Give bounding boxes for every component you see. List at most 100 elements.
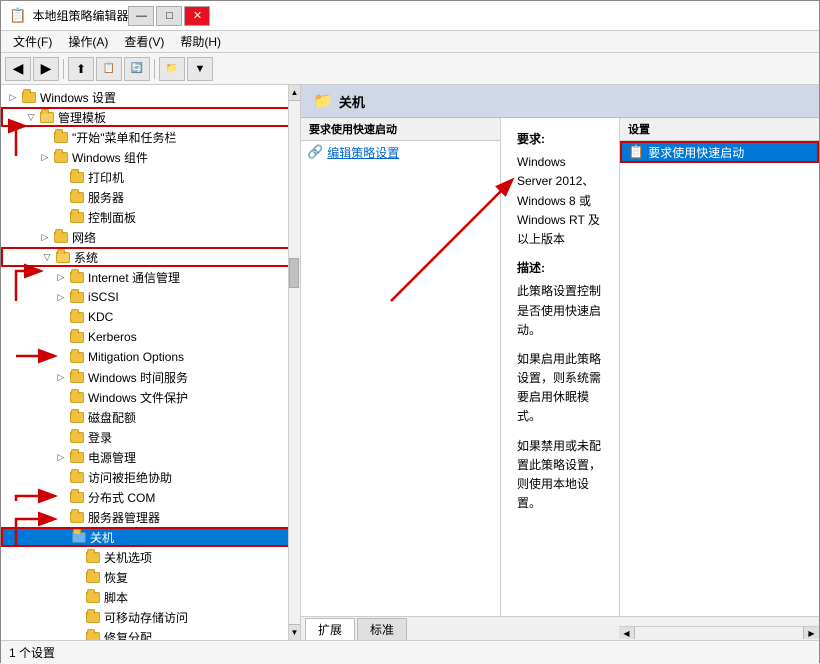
maximize-button[interactable]: □ xyxy=(156,6,182,26)
desc-extra1-text: 如果启用此策略设置，则系统需要启用休眠模式。 xyxy=(517,350,603,427)
tree-item-winfile[interactable]: Windows 文件保护 xyxy=(1,387,300,407)
tree-item-shutdown-options[interactable]: 关机选项 xyxy=(1,547,300,567)
expand-arrow-sys: ▽ xyxy=(39,249,55,265)
tree-item-network[interactable]: ▷ 网络 xyxy=(1,227,300,247)
right-panel: 📁 关机 要求使用快速启动 🔗 编辑策略设置 要求: Win xyxy=(301,85,819,640)
tree-item-admin-templates[interactable]: ▽ 管理模板 xyxy=(1,107,300,127)
no-arrow-mit xyxy=(53,349,69,365)
policy-list-area: 要求使用快速启动 🔗 编辑策略设置 xyxy=(301,118,501,616)
settings-icon: 📋 xyxy=(628,144,644,160)
description-section: 描述: 此策略设置控制是否使用快速启动。 xyxy=(517,259,603,340)
tree-item-login[interactable]: 登录 xyxy=(1,427,300,447)
back-button[interactable]: ◀ xyxy=(5,57,31,81)
folder-icon-kerb xyxy=(69,330,85,344)
no-arrow-dc xyxy=(53,489,69,505)
tree-item-kerberos[interactable]: Kerberos xyxy=(1,327,300,347)
no-arrow-p xyxy=(53,169,69,185)
tree-item-printer[interactable]: 打印机 xyxy=(1,167,300,187)
tree-item-windows-settings[interactable]: ▷ Windows 设置 xyxy=(1,87,300,107)
menu-bar: 文件(F) 操作(A) 查看(V) 帮助(H) xyxy=(1,31,819,53)
folder-icon-sd xyxy=(71,530,87,544)
toolbar-separator-1 xyxy=(63,59,64,79)
menu-view[interactable]: 查看(V) xyxy=(116,31,172,52)
tree-item-server[interactable]: 服务器 xyxy=(1,187,300,207)
right-body: 要求使用快速启动 🔗 编辑策略设置 要求: Windows Server 201… xyxy=(301,118,819,616)
title-bar-icon: 📋 xyxy=(9,7,26,24)
tree-item-mitigation[interactable]: Mitigation Options xyxy=(1,347,300,367)
window-controls: — □ ✕ xyxy=(128,6,210,26)
up-button[interactable]: ⬆ xyxy=(68,57,94,81)
right-header-icon: 📁 xyxy=(313,91,333,111)
tree-item-system[interactable]: ▽ 系统 xyxy=(1,247,300,267)
no-arrow-cp xyxy=(53,209,69,225)
tree-item-windows-components[interactable]: ▷ Windows 组件 xyxy=(1,147,300,167)
tree-item-power[interactable]: ▷ 电源管理 xyxy=(1,447,300,467)
tree-item-disk-quota[interactable]: 磁盘配额 xyxy=(1,407,300,427)
no-arrow-ad xyxy=(53,469,69,485)
title-bar: 📋 本地组策略编辑器 — □ ✕ xyxy=(1,1,819,31)
folder-icon-dq xyxy=(69,410,85,424)
folder-icon-sm xyxy=(69,510,85,524)
no-arrow-mr xyxy=(69,629,85,640)
requirements-label: 要求: xyxy=(517,130,603,149)
show-hide-button[interactable]: 📋 xyxy=(96,57,122,81)
expand-arrow-iscsi: ▷ xyxy=(53,289,69,305)
no-arrow-sdo xyxy=(69,549,85,565)
settings-header: 设置 xyxy=(620,118,819,141)
expand-arrow-admin: ▽ xyxy=(23,109,39,125)
edit-icon: 🔗 xyxy=(307,144,323,160)
folder-icon xyxy=(21,90,37,104)
folder-icon-wf xyxy=(69,390,85,404)
tree-item-access-denied[interactable]: 访问被拒绝协助 xyxy=(1,467,300,487)
tree-item-control-panel[interactable]: 控制面板 xyxy=(1,207,300,227)
tree-item-start-menu[interactable]: "开始"菜单和任务栏 xyxy=(1,127,300,147)
menu-help[interactable]: 帮助(H) xyxy=(172,31,229,52)
scroll-thumb[interactable] xyxy=(289,258,299,288)
edit-link-text[interactable]: 编辑策略设置 xyxy=(327,144,399,161)
tab-standard[interactable]: 标准 xyxy=(357,618,407,640)
scroll-down[interactable]: ▼ xyxy=(289,624,300,640)
menu-file[interactable]: 文件(F) xyxy=(5,31,60,52)
tree-item-kdc[interactable]: KDC xyxy=(1,307,300,327)
folder-icon-start xyxy=(53,130,69,144)
toolbar-separator-2 xyxy=(154,59,155,79)
refresh-button[interactable]: 🔄 xyxy=(124,57,150,81)
no-arrow-lg xyxy=(53,429,69,445)
tree-item-wintime[interactable]: ▷ Windows 时间服务 xyxy=(1,367,300,387)
folder-icon-admin xyxy=(39,110,55,124)
no-arrow-sm xyxy=(53,509,69,525)
no-arrow-kerb xyxy=(53,329,69,345)
folder-icon-pwr xyxy=(69,450,85,464)
scroll-up[interactable]: ▲ xyxy=(289,85,300,101)
folder-icon-mr xyxy=(85,630,101,640)
tree-item-internet-comm[interactable]: ▷ Internet 通信管理 xyxy=(1,267,300,287)
folder-icon-ad xyxy=(69,470,85,484)
edit-policy-link[interactable]: 🔗 编辑策略设置 xyxy=(301,141,500,163)
tree-item-script[interactable]: 脚本 xyxy=(1,587,300,607)
forward-button[interactable]: ▶ xyxy=(33,57,59,81)
folder-icon-p xyxy=(69,170,85,184)
expand-arrow-wc: ▷ xyxy=(37,149,53,165)
description-area: 要求: Windows Server 2012、Windows 8 或 Wind… xyxy=(501,118,619,616)
tree-item-shutdown[interactable]: 关机 xyxy=(1,527,300,547)
main-content: ▷ Windows 设置 ▽ 管理模板 "开始"菜单和任务栏 xyxy=(1,85,819,640)
tree-item-removable[interactable]: 可移动存储访问 xyxy=(1,607,300,627)
expand-arrow-ic: ▷ xyxy=(53,269,69,285)
expand-arrow: ▷ xyxy=(5,89,21,105)
folder-icon-kdc xyxy=(69,310,85,324)
folder-icon-iscsi xyxy=(69,290,85,304)
settings-item-fast-startup[interactable]: 📋 要求使用快速启动 xyxy=(620,141,819,163)
tab-expand[interactable]: 扩展 xyxy=(305,618,355,640)
minimize-button[interactable]: — xyxy=(128,6,154,26)
close-button[interactable]: ✕ xyxy=(184,6,210,26)
tree-item-distributed-com[interactable]: 分布式 COM xyxy=(1,487,300,507)
tree-item-server-mgr[interactable]: 服务器管理器 xyxy=(1,507,300,527)
right-header-title: 关机 xyxy=(339,92,365,111)
filter-button[interactable]: ▼ xyxy=(187,57,213,81)
tree-scrollbar[interactable]: ▲ ▼ xyxy=(288,85,300,640)
tree-item-recovery[interactable]: 恢复 xyxy=(1,567,300,587)
new-object-button[interactable]: 📁 xyxy=(159,57,185,81)
tree-item-more[interactable]: 修复分配 xyxy=(1,627,300,640)
menu-action[interactable]: 操作(A) xyxy=(60,31,116,52)
tree-item-iscsi[interactable]: ▷ iSCSI xyxy=(1,287,300,307)
